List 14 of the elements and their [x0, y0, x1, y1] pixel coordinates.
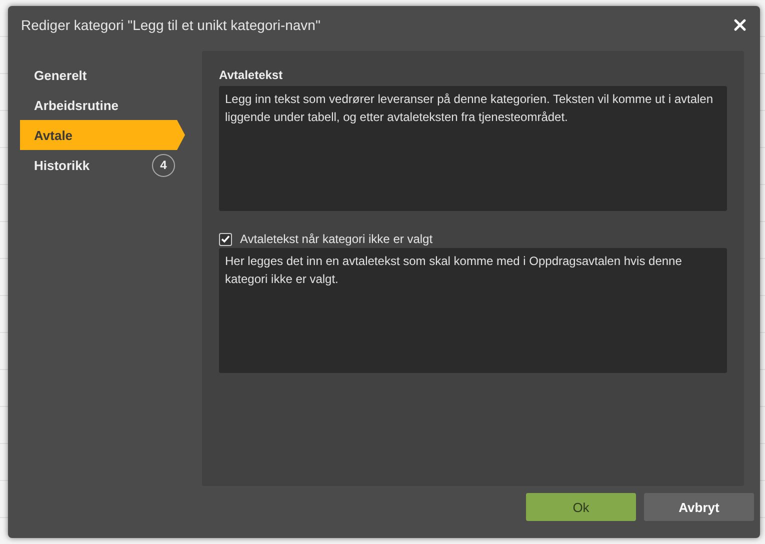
ok-button[interactable]: Ok [526, 493, 636, 521]
dialog-title: Rediger kategori "Legg til et unikt kategori-navn" [21, 17, 320, 33]
field-label: Avtaletekst [219, 68, 284, 82]
text-area[interactable]: Legg inn tekst som vedrører leveranser på denne kategorien. Teksten vil komme ut i avtalen liggende under tabell, og etter avtaleteksten fra tjenesteområdet. [219, 86, 727, 211]
sidebar-item[interactable]: Avtale [20, 120, 185, 150]
sidebar-item[interactable]: Arbeidsrutine [20, 90, 185, 120]
count-badge: 4 [152, 154, 175, 176]
sidebar-item[interactable]: Generelt [20, 60, 185, 90]
checkbox-label: Avtaletekst når kategori ikke er valgt [240, 232, 433, 246]
checkbox[interactable] [219, 232, 232, 246]
close-icon[interactable] [734, 19, 746, 31]
cancel-button[interactable]: Avbryt [644, 493, 754, 521]
text-area[interactable]: Her legges det inn en avtaletekst som skal komme med i Oppdragsavtalen hvis denne kategori ikke er valgt. [219, 248, 727, 373]
sidebar-item[interactable]: Historikk 4 [20, 150, 185, 180]
